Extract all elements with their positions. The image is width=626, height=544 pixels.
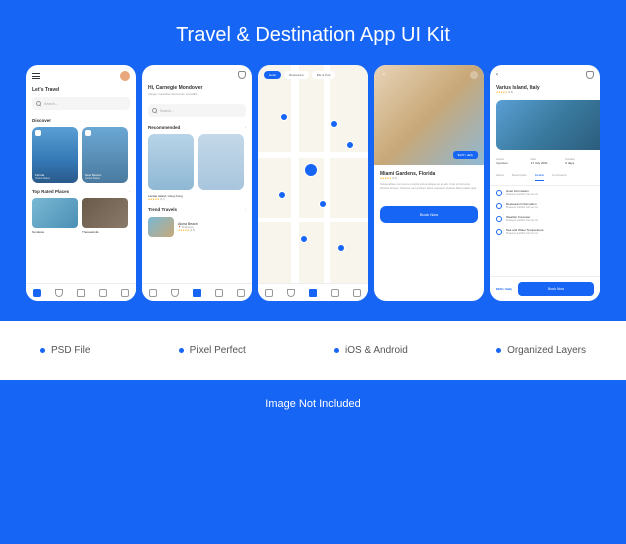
profile-icon[interactable]	[237, 289, 245, 297]
destination-card[interactable]: New MexicoUnited States	[82, 127, 128, 183]
feature-item: iOS & Android	[334, 345, 408, 356]
map-pin-active[interactable]	[304, 163, 318, 177]
tab-about[interactable]: About	[496, 173, 504, 181]
info-item: Sea and Water TemperaturePraesent portti…	[490, 225, 600, 238]
home-icon[interactable]	[149, 289, 157, 297]
price-tag: $470 / daily	[453, 151, 478, 159]
phone-mockups: Let's Travel Search... Discover FloridaU…	[0, 65, 626, 301]
menu-icon[interactable]	[32, 73, 40, 79]
page-title: Travel & Destination App UI Kit	[0, 0, 626, 65]
features-bar: PSD File Pixel Perfect iOS & Android Org…	[0, 321, 626, 380]
bell-icon[interactable]	[586, 71, 594, 79]
greeting-sub: Integer imperdiet accumsan convallis	[142, 91, 252, 100]
apps-icon[interactable]	[309, 289, 317, 297]
see-all-link[interactable]: ›	[245, 207, 246, 212]
hero-image	[496, 100, 600, 150]
see-all-link[interactable]: ›	[245, 125, 246, 130]
home-icon[interactable]	[33, 289, 41, 297]
restaurant-icon	[496, 203, 502, 209]
heart-icon[interactable]	[287, 289, 295, 297]
info-item: Hotel InformationPraesent porttitor nisl…	[490, 186, 600, 199]
tab-comments[interactable]: Comments	[552, 173, 567, 181]
detail-description: Suspendisse non purus a turpis luctus al…	[380, 180, 478, 194]
map-pin[interactable]	[319, 200, 327, 208]
header-title: Let's Travel	[26, 85, 136, 93]
destination-card[interactable]	[198, 134, 244, 190]
screen-discover: Hi, Carnegie Mondover Integer imperdiet …	[142, 65, 252, 301]
disclaimer: Image Not Included	[0, 380, 626, 428]
top-rated-heading: Top Rated Places	[32, 189, 69, 194]
destination-card[interactable]: FloridaUnited States	[32, 127, 78, 183]
feature-item: Organized Layers	[496, 345, 586, 356]
feature-item: Pixel Perfect	[179, 345, 246, 356]
bottom-nav	[142, 283, 252, 301]
weather-icon	[496, 216, 502, 222]
heart-icon[interactable]	[171, 289, 179, 297]
profile-icon[interactable]	[121, 289, 129, 297]
discover-heading: Discover	[32, 118, 51, 123]
screen-detail: ‹ $470 / daily Miami Gardens, Florida ★★…	[374, 65, 484, 301]
mail-icon[interactable]	[215, 289, 223, 297]
back-icon[interactable]: ‹	[496, 72, 498, 78]
hero-image: ‹ $470 / daily	[374, 65, 484, 165]
apps-icon[interactable]	[77, 289, 85, 297]
map-pin[interactable]	[337, 244, 345, 252]
tab-description[interactable]: Description	[512, 173, 527, 181]
footer-price: $400 / daily	[496, 287, 512, 291]
place-card[interactable]: Nordeste	[32, 198, 78, 234]
info-item: Weather ForecastPraesent porttitor nisl …	[490, 212, 600, 225]
see-all-link[interactable]: ›	[129, 189, 130, 194]
home-icon[interactable]	[265, 289, 273, 297]
search-input[interactable]: Search...	[32, 97, 130, 110]
screen-home: Let's Travel Search... Discover FloridaU…	[26, 65, 136, 301]
map-tab-hotel[interactable]: Hotel	[264, 71, 281, 79]
screen-map: Hotel Restaurant Bar & Pub	[258, 65, 368, 301]
trend-heading: Trend Travels	[148, 207, 177, 212]
place-card[interactable]: Thessaloniki	[82, 198, 128, 234]
map-view[interactable]: Hotel Restaurant Bar & Pub	[258, 65, 368, 283]
back-icon[interactable]: ‹	[380, 71, 388, 79]
destination-card[interactable]	[148, 134, 194, 190]
profile-icon[interactable]	[353, 289, 361, 297]
book-button[interactable]: Book Now	[518, 282, 594, 296]
tab-details[interactable]: Details	[535, 173, 544, 181]
map-tab-restaurant[interactable]: Restaurant	[284, 71, 309, 79]
recommended-heading: Recommended	[148, 125, 180, 130]
apps-icon[interactable]	[193, 289, 201, 297]
water-icon	[496, 229, 502, 235]
search-icon	[36, 101, 41, 106]
bookmark-icon[interactable]	[35, 130, 41, 136]
map-tab-bar[interactable]: Bar & Pub	[312, 71, 336, 79]
feature-item: PSD File	[40, 345, 90, 356]
greeting: Hi, Carnegie Mondover	[142, 83, 252, 91]
map-pin[interactable]	[280, 113, 288, 121]
bottom-nav	[258, 283, 368, 301]
search-icon	[152, 108, 157, 113]
search-input[interactable]: Search...	[148, 104, 246, 117]
book-button[interactable]: Book Now	[380, 206, 478, 223]
info-item: Restaurant InformationPraesent porttitor…	[490, 199, 600, 212]
map-pin[interactable]	[300, 235, 308, 243]
mail-icon[interactable]	[99, 289, 107, 297]
bell-icon[interactable]	[238, 71, 246, 79]
mail-icon[interactable]	[331, 289, 339, 297]
heart-icon[interactable]	[55, 289, 63, 297]
map-pin[interactable]	[330, 120, 338, 128]
screen-info: ‹ Varius Island, Italy ★★★★★ (4.8) Guest…	[490, 65, 600, 301]
list-item[interactable]: Alona Beach 📍 Philippines ★★★★★ (4.5)	[142, 214, 252, 240]
map-pin[interactable]	[346, 141, 354, 149]
bookmark-icon[interactable]	[470, 71, 478, 79]
map-pin[interactable]	[278, 191, 286, 199]
hotel-icon	[496, 190, 502, 196]
avatar[interactable]	[120, 71, 130, 81]
bookmark-icon[interactable]	[85, 130, 91, 136]
bottom-nav	[26, 283, 136, 301]
